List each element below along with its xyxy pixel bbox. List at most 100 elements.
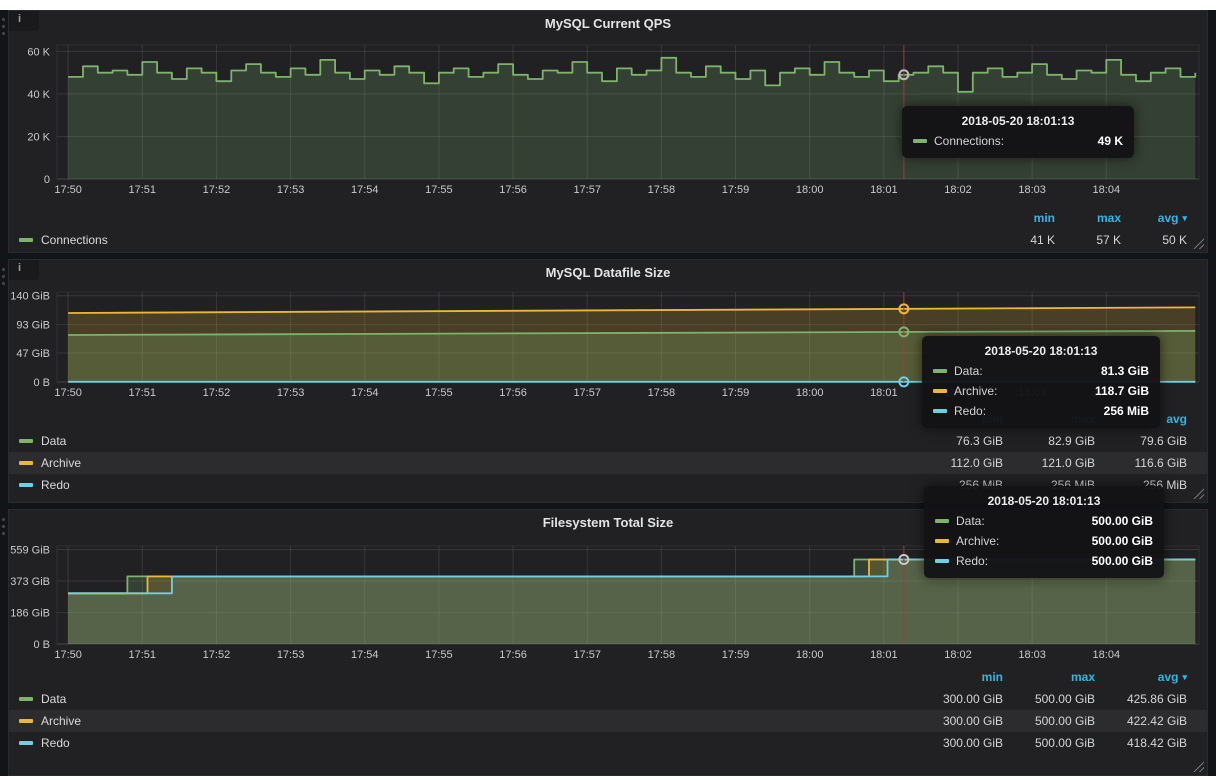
x-axis-tick-label: 17:50 (54, 184, 82, 196)
x-axis-tick-label: 17:58 (648, 387, 676, 399)
series-name: Data (41, 692, 66, 706)
y-axis-tick-label: 60 K (27, 46, 50, 58)
stat-min-value: 300.00 GiB (911, 736, 1003, 750)
series-color-dash-icon (19, 719, 33, 723)
panel-drag-handle[interactable] (2, 518, 5, 521)
stat-min-value: 41 K (989, 233, 1055, 247)
x-axis-tick-label: 18:01 (870, 649, 898, 661)
x-axis-tick-label: 18:00 (796, 649, 824, 661)
x-axis-tick-label: 17:57 (573, 184, 601, 196)
legend-sort-min[interactable]: min (911, 670, 1003, 684)
y-axis-tick-label: 40 K (27, 89, 50, 101)
x-axis-tick-label: 17:53 (277, 649, 305, 661)
chevron-down-icon: ▾ (1182, 213, 1187, 224)
x-axis-tick-label: 17:58 (648, 184, 676, 196)
panel-title[interactable]: MySQL Current QPS (9, 16, 1207, 31)
y-axis-tick-label: 140 GiB (10, 291, 50, 303)
tooltip-row: Redo: 256 MiB (933, 404, 1149, 418)
x-axis-tick-label: 17:55 (425, 649, 453, 661)
tooltip-series-label: Connections: (934, 134, 1004, 148)
x-axis-tick-label: 17:59 (722, 649, 750, 661)
legend-series-toggle-archive[interactable]: Archive (19, 714, 911, 728)
stat-min-value: 300.00 GiB (911, 692, 1003, 706)
x-axis-tick-label: 17:55 (425, 184, 453, 196)
series-name: Archive (41, 714, 81, 728)
panel-drag-handle[interactable] (2, 268, 5, 271)
x-axis-tick-label: 17:51 (129, 387, 157, 399)
legend-sort-max[interactable]: max (1003, 670, 1095, 684)
legend-sort-max[interactable]: max (1055, 211, 1121, 225)
legend-row-data: Data 76.3 GiB 82.9 GiB 79.6 GiB (9, 430, 1207, 452)
legend-series-toggle-redo[interactable]: Redo (19, 736, 911, 750)
legend-sort-avg[interactable]: avg▾ (1095, 670, 1187, 684)
x-axis-tick-label: 18:03 (1018, 649, 1046, 661)
series-color-dash-icon (19, 461, 33, 465)
series-color-dash-icon (913, 139, 927, 143)
legend-row-connections: Connections 41 K 57 K 50 K (9, 229, 1207, 251)
x-axis-tick-label: 17:59 (722, 184, 750, 196)
stat-min-value: 300.00 GiB (911, 714, 1003, 728)
x-axis-tick-label: 18:04 (1093, 184, 1121, 196)
tooltip-timestamp: 2018-05-20 18:01:13 (935, 494, 1153, 508)
legend-sort-avg[interactable]: avg▾ (1121, 211, 1187, 225)
legend-series-toggle-data[interactable]: Data (19, 434, 911, 448)
tooltip-timestamp: 2018-05-20 18:01:13 (933, 344, 1149, 358)
x-axis-tick-label: 18:01 (870, 387, 898, 399)
tooltip-series-value: 500.00 GiB (1072, 534, 1153, 548)
y-axis-tick-label: 0 B (33, 377, 50, 389)
stat-avg-value: 418.42 GiB (1095, 736, 1187, 750)
stat-avg-value: 422.42 GiB (1095, 714, 1187, 728)
series-color-dash-icon (19, 238, 33, 242)
series-name: Redo (41, 736, 70, 750)
legend-stats-header-row: min max avg▾ (9, 666, 1207, 688)
legend-row-archive: Archive 300.00 GiB 500.00 GiB 422.42 GiB (9, 710, 1207, 732)
stat-avg-value: 50 K (1121, 233, 1187, 247)
panel-title[interactable]: MySQL Datafile Size (9, 265, 1207, 280)
series-color-dash-icon (933, 389, 947, 393)
tooltip-series-label: Redo: (956, 554, 988, 568)
tooltip-row: Data: 500.00 GiB (935, 514, 1153, 528)
series-color-dash-icon (19, 483, 33, 487)
x-axis-tick-label: 17:54 (351, 649, 379, 661)
stat-min-value: 112.0 GiB (911, 456, 1003, 470)
legend-series-toggle-archive[interactable]: Archive (19, 456, 911, 470)
tooltip-row: Archive: 118.7 GiB (933, 384, 1149, 398)
series-name: Archive (41, 456, 81, 470)
sort-label: avg (1158, 211, 1179, 225)
x-axis-tick-label: 18:02 (944, 184, 972, 196)
panel-drag-handle[interactable] (2, 18, 5, 21)
tooltip-row: Redo: 500.00 GiB (935, 554, 1153, 568)
tooltip-row: Connections: 49 K (913, 134, 1123, 148)
x-axis-tick-label: 17:53 (277, 387, 305, 399)
y-axis-tick-label: 47 GiB (16, 348, 50, 360)
tooltip-series-value: 118.7 GiB (1075, 384, 1149, 398)
x-axis-tick-label: 17:57 (573, 649, 601, 661)
stat-avg-value: 79.6 GiB (1095, 434, 1187, 448)
legend-row-archive: Archive 112.0 GiB 121.0 GiB 116.6 GiB (9, 452, 1207, 474)
stat-max-value: 57 K (1055, 233, 1121, 247)
hover-tooltip-datafile: 2018-05-20 18:01:13 Data: 81.3 GiB Archi… (922, 336, 1160, 428)
x-axis-tick-label: 17:51 (129, 184, 157, 196)
legend-row-data: Data 300.00 GiB 500.00 GiB 425.86 GiB (9, 688, 1207, 710)
x-axis-tick-label: 18:04 (1093, 649, 1121, 661)
series-color-dash-icon (19, 741, 33, 745)
legend-sort-min[interactable]: min (989, 211, 1055, 225)
legend-series-toggle-data[interactable]: Data (19, 692, 911, 706)
series-color-dash-icon (935, 539, 949, 543)
x-axis-tick-label: 17:56 (499, 649, 527, 661)
legend-series-toggle-connections[interactable]: Connections (19, 233, 989, 247)
sort-label: avg (1158, 670, 1179, 684)
x-axis-tick-label: 17:57 (573, 387, 601, 399)
tooltip-series-value: 49 K (1078, 134, 1123, 148)
series-color-dash-icon (19, 697, 33, 701)
panel-resize-handle[interactable] (1193, 761, 1204, 772)
x-axis-tick-label: 18:01 (870, 184, 898, 196)
legend: min max avg▾ Connections 41 K 57 K 50 K (9, 207, 1207, 251)
series-color-dash-icon (935, 519, 949, 523)
y-axis-tick-label: 20 K (27, 131, 50, 143)
series-name: Data (41, 434, 66, 448)
series-color-dash-icon (933, 369, 947, 373)
series-name: Connections (41, 233, 108, 247)
tooltip-series-label: Archive: (956, 534, 999, 548)
legend-series-toggle-redo[interactable]: Redo (19, 478, 911, 492)
